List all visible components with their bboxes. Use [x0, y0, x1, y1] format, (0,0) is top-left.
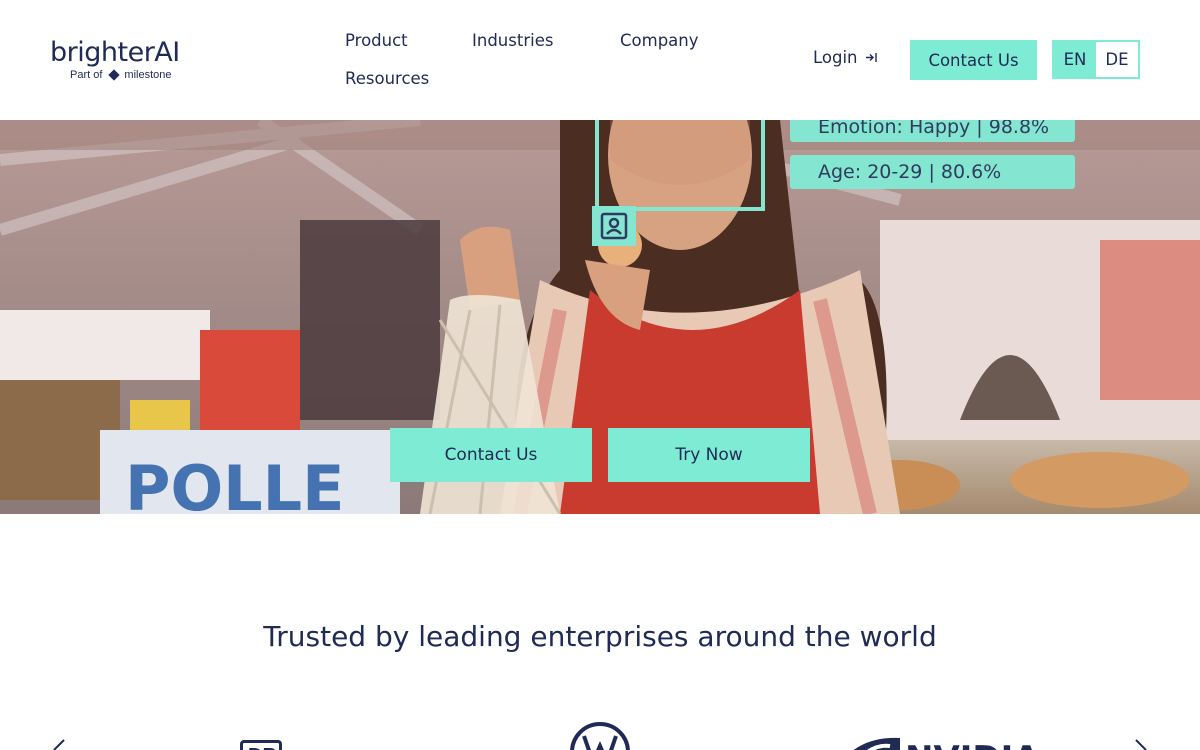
logo-sub-prefix: Part of [70, 69, 103, 81]
login-link[interactable]: Login [813, 48, 878, 67]
emotion-tag: Emotion: Happy | 98.8% [790, 120, 1075, 142]
lang-en[interactable]: EN [1054, 42, 1096, 77]
person-id-icon [592, 206, 636, 246]
try-now-button[interactable]: Try Now [608, 428, 810, 482]
db-logo: DB [240, 740, 282, 750]
nvidia-logo: NVIDIA [853, 737, 1040, 750]
hero-section: POLLE Emotion: Happy | 98.8% Age: 20-29 … [0, 120, 1200, 514]
site-header: brighterAI Part of milestone Product Ind… [0, 0, 1200, 120]
carousel-next-icon[interactable] [1132, 738, 1152, 750]
db-logo-text: DB [248, 745, 277, 750]
logo-sub-brand: milestone [124, 69, 172, 81]
carousel-prev-icon[interactable] [48, 738, 68, 750]
vw-logo [570, 722, 630, 750]
age-tag: Age: 20-29 | 80.6% [790, 155, 1075, 189]
brighter-ai-logo[interactable]: brighterAI Part of milestone [50, 38, 220, 88]
nav-resources[interactable]: Resources [345, 69, 429, 88]
nvidia-logo-text: NVIDIA [905, 739, 1040, 750]
nav-company[interactable]: Company [620, 31, 699, 50]
trusted-heading: Trusted by leading enterprises around th… [263, 620, 937, 653]
login-arrow-icon [865, 53, 877, 62]
nav-product[interactable]: Product [345, 31, 408, 50]
nav-industries[interactable]: Industries [472, 31, 553, 50]
lang-de[interactable]: DE [1096, 42, 1138, 77]
login-label: Login [813, 48, 858, 67]
header-contact-button[interactable]: Contact Us [910, 40, 1037, 80]
logo-subline: Part of milestone [70, 69, 171, 81]
logo-wordmark: brighterAI [50, 37, 180, 68]
customer-logo-carousel: DB NVIDIA [0, 718, 1200, 750]
language-switcher: EN DE [1052, 40, 1140, 79]
milestone-diamond-icon [108, 69, 121, 81]
market-sign-text: POLLE [125, 452, 345, 514]
face-detection-box [595, 120, 765, 211]
hero-contact-button[interactable]: Contact Us [390, 428, 592, 482]
